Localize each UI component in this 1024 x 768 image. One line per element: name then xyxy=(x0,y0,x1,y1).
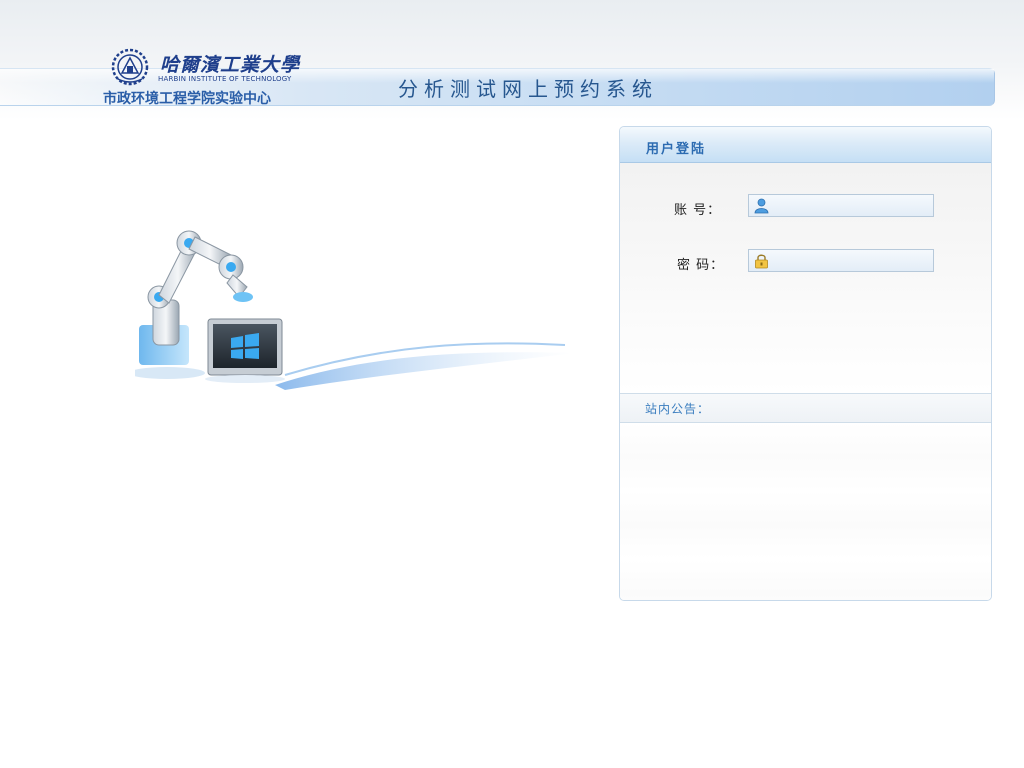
account-field[interactable] xyxy=(748,194,934,217)
notice-title: 站内公告： xyxy=(645,402,711,416)
password-input[interactable] xyxy=(773,252,928,269)
account-input[interactable] xyxy=(773,197,928,214)
password-label: 密 码： xyxy=(677,258,725,273)
login-panel: 用户登陆 账 号： 密 码： 站内公告： xyxy=(619,126,992,601)
department-name: 市政环境工程学院实验中心 xyxy=(103,91,271,107)
university-name: 哈爾濱工業大學 xyxy=(160,54,301,76)
university-name-english: HARBIN INSTITUTE OF TECHNOLOGY xyxy=(158,75,292,83)
user-icon xyxy=(754,198,769,214)
notice-body xyxy=(620,423,991,600)
account-label: 账 号： xyxy=(674,203,722,218)
lock-icon xyxy=(755,254,768,269)
notice-header: 站内公告： xyxy=(620,393,991,423)
robot-arm-illustration xyxy=(135,230,575,390)
login-form: 账 号： 密 码： xyxy=(620,163,991,393)
password-field[interactable] xyxy=(748,249,934,272)
system-title: 分析测试网上预约系统 xyxy=(398,77,658,101)
login-header: 用户登陆 xyxy=(620,127,991,163)
university-emblem-icon xyxy=(111,48,149,86)
login-title: 用户登陆 xyxy=(646,142,707,157)
